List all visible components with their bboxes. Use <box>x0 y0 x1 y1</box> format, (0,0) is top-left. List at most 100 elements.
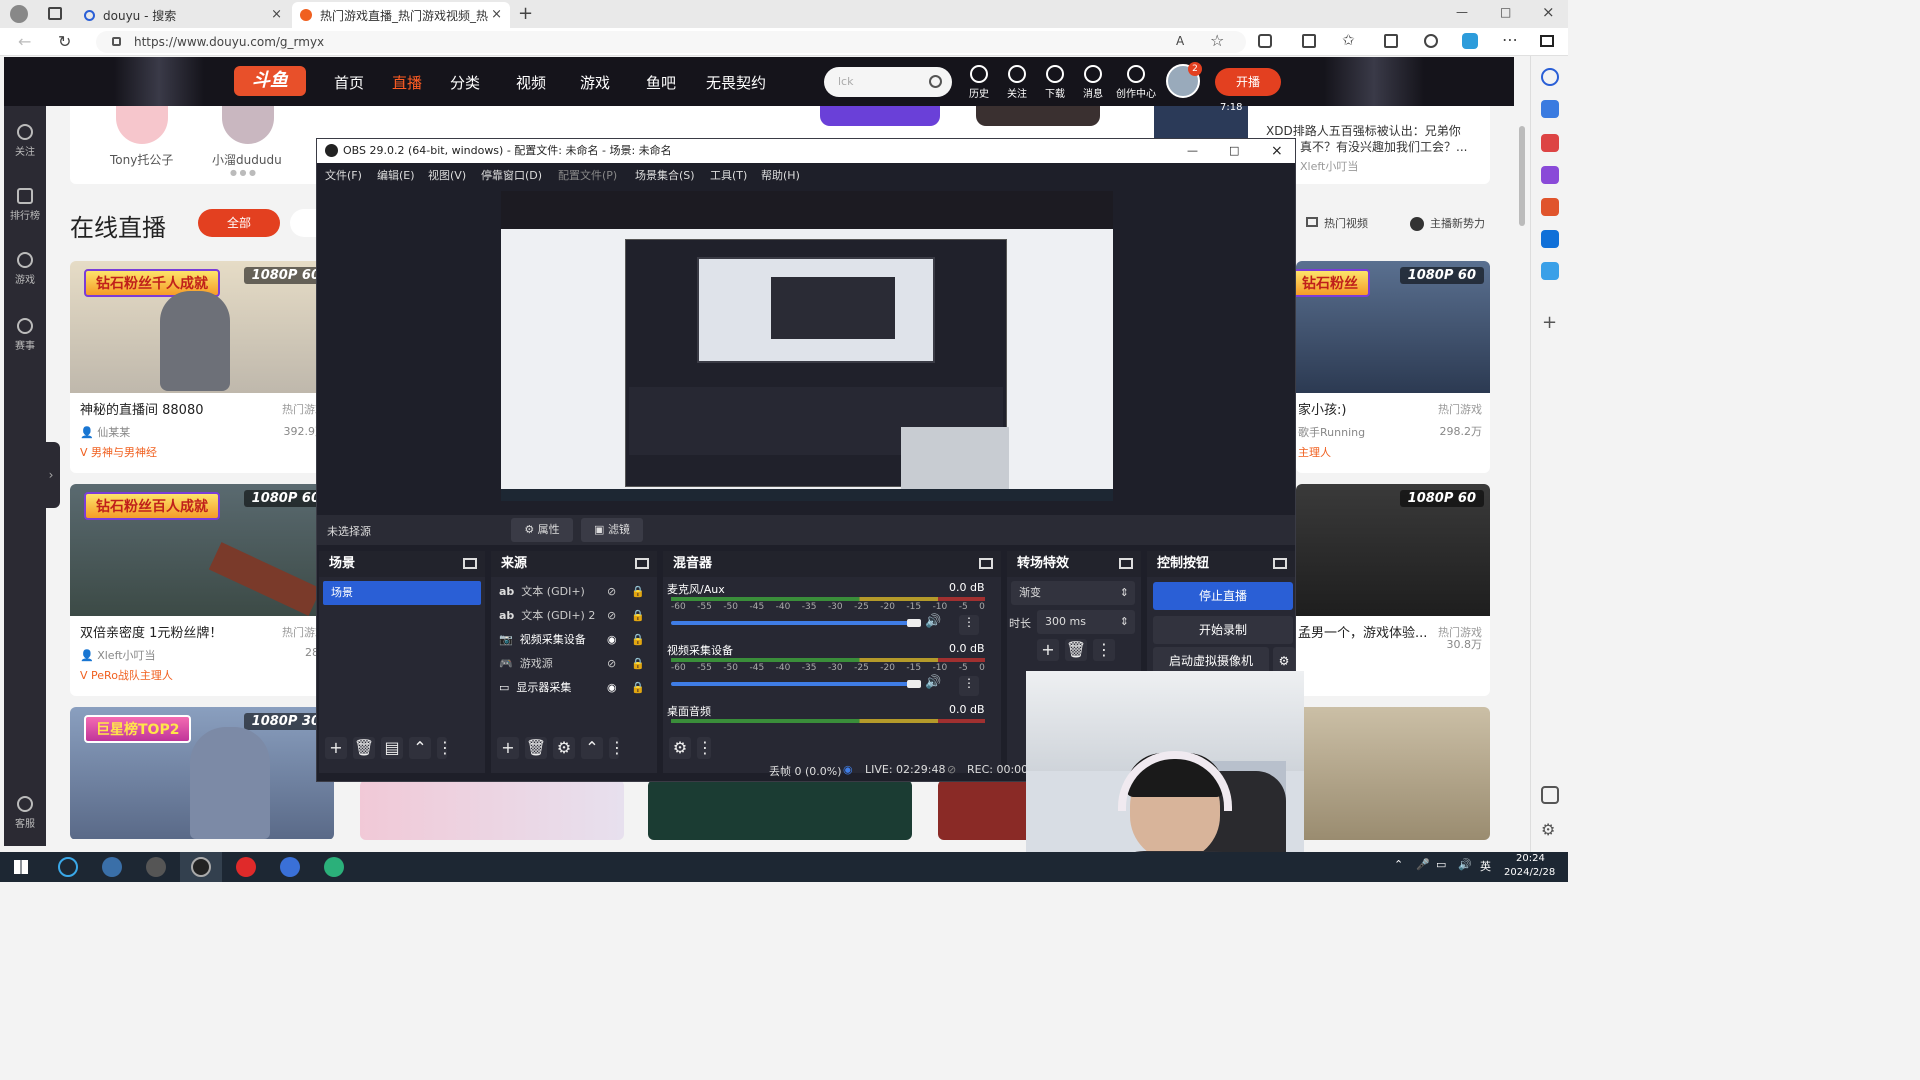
move-up-button[interactable]: ⌃ <box>581 737 603 759</box>
remove-transition-button[interactable]: 🗑 <box>1065 639 1087 661</box>
more-options-icon[interactable]: ⋮ <box>437 737 453 759</box>
remove-scene-button[interactable]: 🗑 <box>353 737 375 759</box>
more-options-icon[interactable]: ⋯ <box>1502 30 1518 49</box>
streamer-name[interactable]: 小溜dududu <box>212 151 282 168</box>
menu-edit[interactable]: 编辑(E) <box>377 167 415 183</box>
obs-taskbar-icon[interactable] <box>58 857 78 877</box>
nav-yuba[interactable]: 鱼吧 <box>646 72 676 93</box>
volume-icon[interactable]: 🔊 <box>1458 858 1472 871</box>
more-options-icon[interactable]: ⋮ <box>609 737 625 759</box>
menu-file[interactable]: 文件(F) <box>325 167 362 183</box>
minimize-button[interactable]: — <box>1456 5 1468 19</box>
obs-minimize-button[interactable]: — <box>1187 139 1198 163</box>
tab-douyu[interactable]: 热门游戏直播_热门游戏视频_热门 × <box>292 2 510 28</box>
video-title[interactable]: XDD排路人五百强标被认出：兄弟你 <box>1266 122 1461 139</box>
source-item[interactable]: 📷 视频采集设备 ◉ 🔒 <box>499 629 649 651</box>
more-options-icon[interactable]: ⋮ <box>959 615 979 635</box>
nav-games[interactable]: 游戏 <box>580 72 610 93</box>
source-item[interactable]: ab 文本 (GDI+) ⊘ 🔒 <box>499 581 649 603</box>
menu-scene-collection[interactable]: 场景集合(S) <box>635 167 695 183</box>
nav-home[interactable]: 首页 <box>334 72 364 93</box>
stream-thumbnail[interactable] <box>360 780 624 840</box>
float-dock-icon[interactable] <box>979 558 993 569</box>
visibility-hidden-icon[interactable]: ⊘ <box>607 581 616 603</box>
lock-icon[interactable]: 🔒 <box>631 653 645 675</box>
sidebar-toggle-icon[interactable] <box>1540 35 1554 47</box>
nav-live[interactable]: 直播 <box>392 72 422 93</box>
obs-preview-canvas[interactable] <box>501 191 1113 501</box>
favorite-star-icon[interactable]: ☆ <box>1210 31 1224 50</box>
microphone-icon[interactable]: 🎤 <box>1416 858 1430 871</box>
steam-taskbar-icon[interactable] <box>102 857 122 877</box>
profile-icon[interactable] <box>10 5 28 23</box>
obs-maximize-button[interactable]: □ <box>1229 139 1239 163</box>
stream-card[interactable]: 钻石粉丝百人成就 1080P 60 双倍亲密度 1元粉丝牌！ 热门游戏 👤 Xl… <box>70 484 334 696</box>
float-dock-icon[interactable] <box>1273 558 1287 569</box>
search-input[interactable]: lck <box>824 67 952 97</box>
source-item[interactable]: ab 文本 (GDI+) 2 ⊘ 🔒 <box>499 605 649 627</box>
add-source-button[interactable]: + <box>497 737 519 759</box>
tab-new-streamers[interactable]: 主播新势力 <box>1410 215 1485 231</box>
screenshot-icon[interactable] <box>1541 786 1559 804</box>
browser-taskbar-icon[interactable] <box>280 857 300 877</box>
duration-stepper[interactable]: 300 ms ⇕ <box>1037 610 1135 634</box>
maximize-button[interactable]: □ <box>1500 5 1511 19</box>
copilot-icon[interactable] <box>1462 33 1478 49</box>
streamer-avatar[interactable] <box>222 106 274 144</box>
split-screen-icon[interactable] <box>1302 34 1316 48</box>
source-item[interactable]: ▭ 显示器采集 ◉ 🔒 <box>499 677 649 699</box>
filters-button[interactable]: ▣ 滤镜 <box>581 518 643 542</box>
favorites-icon[interactable]: ✩ <box>1342 31 1355 49</box>
search-icon[interactable] <box>1541 68 1559 86</box>
close-tab-icon[interactable]: × <box>491 7 502 22</box>
lock-icon[interactable]: 🔒 <box>631 605 645 627</box>
clock-time[interactable]: 20:24 <box>1516 853 1545 864</box>
eye-icon[interactable]: ◉ <box>607 677 617 699</box>
volume-slider[interactable] <box>671 680 921 688</box>
nav-category[interactable]: 分类 <box>450 72 480 93</box>
douyu-logo[interactable]: 斗鱼 <box>234 66 306 96</box>
add-scene-button[interactable]: + <box>325 737 347 759</box>
transition-select[interactable]: 渐变 ⇕ <box>1011 581 1135 605</box>
advanced-audio-icon[interactable]: ⚙ <box>669 737 691 759</box>
lock-icon[interactable]: 🔒 <box>631 677 645 699</box>
edge-taskbar-icon[interactable] <box>324 857 344 877</box>
thumbnail[interactable] <box>820 106 940 126</box>
video-title-line2[interactable]: 真不？有没兴趣加我们工会？... <box>1300 138 1467 155</box>
url-field[interactable]: https://www.douyu.com/g_rmyx <box>96 31 1246 53</box>
scene-filters-button[interactable]: ▤ <box>381 737 403 759</box>
add-transition-button[interactable]: + <box>1037 639 1059 661</box>
stream-thumbnail[interactable] <box>648 780 912 840</box>
sidebar-item-games[interactable]: 游戏 <box>4 252 46 286</box>
lock-icon[interactable]: 🔒 <box>631 629 645 651</box>
slider-knob[interactable] <box>907 680 921 688</box>
scene-item[interactable]: 场景 <box>323 581 481 605</box>
new-tab-button[interactable]: + <box>518 3 533 24</box>
sidebar-item-events[interactable]: 赛事 <box>4 318 46 352</box>
stream-card[interactable]: 1080P 60 孟男一个，游戏体验... 热门游戏 30.8万 <box>1296 484 1490 696</box>
outlook-icon[interactable] <box>1541 230 1559 248</box>
messages-button[interactable]: 消息 <box>1078 65 1108 100</box>
start-button[interactable] <box>14 860 28 874</box>
video-author[interactable]: Xleft小叮当 <box>1300 158 1358 174</box>
lock-icon[interactable]: 🔒 <box>631 581 645 603</box>
nav-valorant[interactable]: 无畏契约 <box>706 72 766 93</box>
sidebar-item-support[interactable]: 客服 <box>4 796 46 830</box>
menu-profile[interactable]: 配置文件(P) <box>558 167 617 183</box>
more-options-icon[interactable]: ⋮ <box>697 737 713 759</box>
streamer-name[interactable]: Tony托公子 <box>110 151 173 168</box>
input-method[interactable]: 英 <box>1480 858 1491 874</box>
menu-view[interactable]: 视图(V) <box>428 167 466 183</box>
tab-actions-icon[interactable] <box>48 7 62 20</box>
office-icon[interactable] <box>1541 198 1559 216</box>
stream-category[interactable]: 热门游戏 <box>1438 401 1482 417</box>
refresh-icon[interactable]: ↻ <box>58 32 71 51</box>
streamer-name[interactable]: 👤 Xleft小叮当 <box>80 647 324 663</box>
filter-all-button[interactable]: 全部 <box>198 209 280 237</box>
start-broadcast-button[interactable]: 开播 <box>1215 68 1281 96</box>
remove-source-button[interactable]: 🗑 <box>525 737 547 759</box>
stream-card[interactable]: 钻石粉丝 1080P 60 家小孩:) 热门游戏 歌手Running 298.2… <box>1296 261 1490 473</box>
thumbnail[interactable] <box>976 106 1100 126</box>
eye-icon[interactable]: ◉ <box>607 629 617 651</box>
stream-thumbnail[interactable] <box>938 780 1028 840</box>
